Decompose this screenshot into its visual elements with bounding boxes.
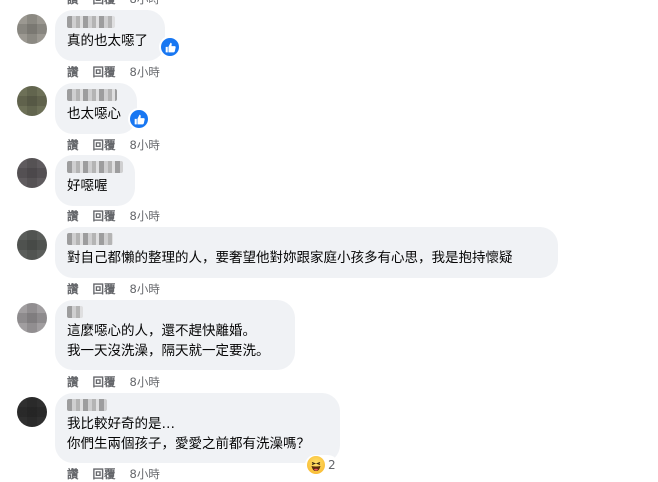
- avatar[interactable]: [17, 303, 47, 333]
- timestamp[interactable]: 8小時: [130, 137, 160, 153]
- like-button[interactable]: 讚: [67, 208, 79, 224]
- timestamp[interactable]: 8小時: [130, 0, 160, 7]
- reaction-count: 2: [328, 458, 336, 472]
- comment-bubble: 我比較好奇的是… 你們生兩個孩子，愛愛之前都有洗澡嗎？: [55, 393, 340, 463]
- comment-text-line: 我比較好奇的是…: [67, 416, 175, 432]
- commenter-name[interactable]: [67, 399, 107, 411]
- comment-actions: 讚 回覆 8小時: [67, 466, 160, 482]
- comment-actions: 讚 回覆 8小時: [67, 137, 160, 153]
- comment-text-line: 我一天沒洗澡，隔天就一定要洗。: [67, 343, 270, 359]
- comment-bubble: 也太噁心: [55, 83, 137, 134]
- reply-button[interactable]: 回覆: [93, 374, 116, 390]
- comment-text-line: 這麼噁心的人，還不趕快離婚。: [67, 323, 256, 339]
- reaction-summary[interactable]: 2: [305, 455, 338, 475]
- comment-text: 真的也太噁了: [67, 33, 148, 49]
- timestamp[interactable]: 8小時: [130, 374, 160, 390]
- timestamp[interactable]: 8小時: [130, 466, 160, 482]
- comment-bubble: 真的也太噁了: [55, 10, 165, 61]
- comment-actions: 讚 回覆 8小時: [67, 64, 160, 80]
- comment-0-actions: 讚 回覆 8小時: [67, 0, 160, 7]
- like-button[interactable]: 讚: [67, 0, 79, 7]
- commenter-name[interactable]: [67, 161, 123, 173]
- comment-actions: 讚 回覆 8小時: [67, 374, 160, 390]
- commenter-name[interactable]: [67, 89, 117, 101]
- haha-emoji-icon: [307, 456, 325, 474]
- commenter-name[interactable]: [67, 233, 113, 245]
- commenter-name[interactable]: [67, 306, 83, 318]
- comment-bubble: 這麼噁心的人，還不趕快離婚。 我一天沒洗澡，隔天就一定要洗。: [55, 300, 295, 370]
- reply-button[interactable]: 回覆: [93, 0, 116, 7]
- like-button[interactable]: 讚: [67, 374, 79, 390]
- like-button[interactable]: 讚: [67, 281, 79, 297]
- comment-actions: 讚 回覆 8小時: [67, 281, 160, 297]
- reply-button[interactable]: 回覆: [93, 64, 116, 80]
- like-button[interactable]: 讚: [67, 137, 79, 153]
- thumbs-up-icon[interactable]: [159, 36, 181, 58]
- comment-bubble: 對自己都懶的整理的人，要奢望他對妳跟家庭小孩多有心思，我是抱持懷疑: [55, 227, 558, 278]
- reply-button[interactable]: 回覆: [93, 208, 116, 224]
- comment-actions: 讚 回覆 8小時: [67, 208, 160, 224]
- reply-button[interactable]: 回覆: [93, 466, 116, 482]
- comment-text-line: 你們生兩個孩子，愛愛之前都有洗澡嗎？: [67, 436, 310, 452]
- avatar[interactable]: [17, 14, 47, 44]
- avatar[interactable]: [17, 397, 47, 427]
- avatar[interactable]: [17, 86, 47, 116]
- reply-button[interactable]: 回覆: [93, 281, 116, 297]
- comment-text: 對自己都懶的整理的人，要奢望他對妳跟家庭小孩多有心思，我是抱持懷疑: [67, 250, 513, 266]
- timestamp[interactable]: 8小時: [130, 208, 160, 224]
- avatar[interactable]: [17, 230, 47, 260]
- comment-text: 也太噁心: [67, 106, 121, 122]
- commenter-name[interactable]: [67, 16, 115, 28]
- reply-button[interactable]: 回覆: [93, 137, 116, 153]
- like-button[interactable]: 讚: [67, 466, 79, 482]
- thumbs-up-icon[interactable]: [128, 108, 150, 130]
- avatar[interactable]: [17, 158, 47, 188]
- timestamp[interactable]: 8小時: [130, 281, 160, 297]
- comment-text: 好噁喔: [67, 178, 108, 194]
- like-button[interactable]: 讚: [67, 64, 79, 80]
- timestamp[interactable]: 8小時: [130, 64, 160, 80]
- comment-bubble: 好噁喔: [55, 155, 135, 206]
